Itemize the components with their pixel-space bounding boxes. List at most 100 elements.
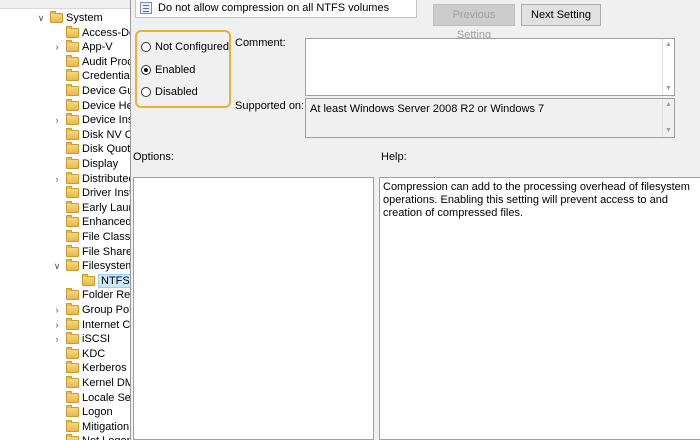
tree-item-label: App-V [82,41,113,54]
chevron-right-icon[interactable]: › [52,113,62,127]
folder-icon [66,54,79,67]
folder-icon [66,259,79,272]
options-pane [133,177,374,440]
tree-item-label: Group Poli [82,304,130,316]
tree-item-label: KDC [82,347,106,360]
tree-item-label: System [66,12,103,24]
tree-item-label: Disk Quota [82,143,130,156]
folder-icon [66,142,79,155]
folder-icon [66,84,79,96]
tree-item-label: Device Gu [82,85,130,97]
scroll-up-icon[interactable]: ▲ [663,40,674,50]
tree-item-label: Display [82,158,119,170]
radio-disabled-label: Disabled [155,86,198,98]
folder-icon [66,200,79,213]
setting-title-box: Do not allow compression on all NTFS vol… [135,0,417,18]
tree-item-label: Enhanced [82,216,130,229]
tree-item-label: Disk NV Ca [82,128,130,141]
folder-icon [66,98,79,111]
help-pane: Compression can add to the processing ov… [379,177,700,440]
state-radio-group: Not Configured Enabled Disabled [135,30,231,108]
folder-icon [66,405,79,418]
scroll-down-icon[interactable]: ▼ [663,126,674,136]
folder-icon [66,157,79,169]
comment-scrollbar[interactable]: ▲ ▼ [662,39,674,95]
supported-scrollbar[interactable]: ▲ ▼ [662,99,674,137]
folder-icon [66,332,79,345]
policy-setting-icon [140,2,152,14]
folder-icon [66,186,79,199]
next-setting-button[interactable]: Next Setting [521,4,601,26]
folder-icon [66,346,79,359]
tree-item-label: Locale Serv [82,391,130,404]
tree-item-label: Distributed [82,172,130,185]
folder-icon [66,113,79,126]
tree-item-label: Device Inst [82,114,130,127]
radio-not-configured-circle[interactable] [141,42,151,52]
folder-icon [66,230,79,242]
folder-icon [66,419,79,432]
help-text: Compression can add to the processing ov… [383,181,690,219]
folder-icon [66,127,79,140]
folder-icon [66,171,79,184]
radio-enabled-circle[interactable] [141,65,151,75]
comment-textbox[interactable]: ▲ ▼ [305,38,675,96]
tree-item-label: Kerberos [82,362,127,375]
tree-item-label: Audit Proc [82,55,130,68]
tree-item-label: iSCSI [82,333,111,346]
chevron-down-icon[interactable]: ∨ [52,259,62,273]
chevron-right-icon[interactable]: › [52,40,62,54]
tree-item-label: Driver Insta [82,187,130,200]
folder-icon [66,40,79,53]
chevron-right-icon[interactable]: › [52,332,62,346]
tree-toolbar-strip [0,0,130,9]
supported-on-label: Supported on: [235,100,305,112]
tree-item-label: NTFS [98,273,130,288]
tree-item-label: Net Logon [82,434,130,440]
tree-item-label: Internet Co [82,318,130,331]
folder-icon [82,273,95,286]
options-label: Options: [133,151,174,163]
folder-icon [66,376,79,388]
help-label: Help: [381,151,407,163]
chevron-down-icon[interactable]: ∨ [36,11,46,25]
folder-icon [66,390,79,403]
chevron-right-icon[interactable]: › [52,172,62,186]
folder-icon [66,434,79,440]
tree-item-label: Filesystem [82,260,130,273]
scroll-up-icon[interactable]: ▲ [663,100,674,110]
tree-item-label: Mitigation [82,420,130,433]
folder-icon [50,11,63,23]
folder-icon [66,317,79,330]
chevron-right-icon[interactable]: › [52,434,62,440]
chevron-right-icon[interactable]: › [52,318,62,332]
chevron-right-icon[interactable]: › [52,303,62,317]
folder-icon [66,288,79,301]
supported-on-box: At least Windows Server 2008 R2 or Windo… [305,98,675,138]
comment-label: Comment: [235,37,286,49]
tree-item-label: Access-De [82,26,130,39]
previous-setting-button[interactable]: Previous Setting [433,4,515,41]
tree-item-label: File Share S [82,245,130,258]
folder-icon [66,69,79,82]
radio-disabled-circle[interactable] [141,87,151,97]
folder-icon [66,215,79,228]
scroll-down-icon[interactable]: ▼ [663,84,674,94]
folder-icon [66,303,79,315]
policy-tree: ∨ System Access-De › App-V Audit Proc Credenti… [0,0,130,440]
